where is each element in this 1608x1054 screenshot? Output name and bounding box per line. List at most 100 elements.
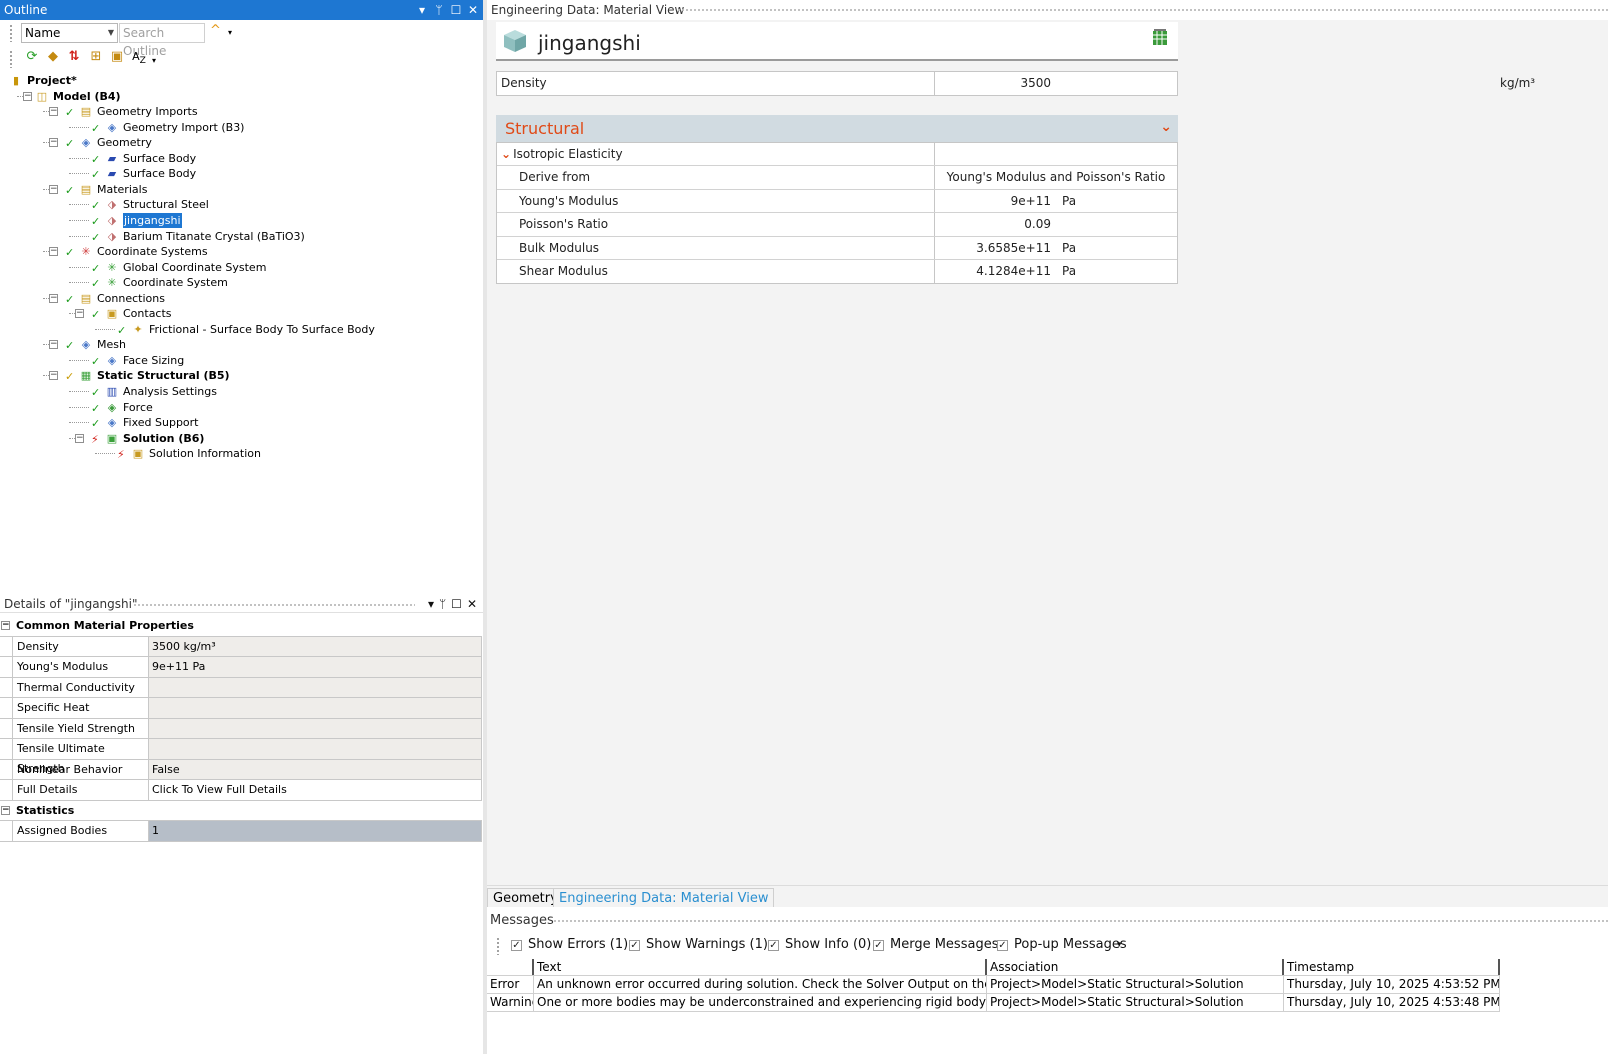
collapse-toggle-icon[interactable]: − — [49, 184, 58, 194]
details-row[interactable]: Specific Heat — [0, 698, 482, 719]
details-value[interactable]: 9e+11 Pa — [149, 657, 482, 677]
collapse-toggle-icon[interactable]: − — [49, 247, 58, 257]
tree-node-label[interactable]: Mesh — [97, 337, 126, 352]
filter-checkbox[interactable]: ✓ — [511, 940, 522, 951]
details-row[interactable]: Assigned Bodies 1 — [0, 821, 482, 842]
name-filter-select[interactable]: Name ▼ — [21, 23, 118, 43]
table-view-icon[interactable] — [1152, 29, 1168, 46]
details-value[interactable]: False — [149, 759, 482, 779]
search-outline-input[interactable]: Search Outline — [119, 23, 205, 58]
tree-node-label[interactable]: Geometry Import (B3) — [123, 120, 244, 135]
filter-label[interactable]: Pop-up Messages — [1014, 937, 1127, 952]
collapse-toggle-icon[interactable]: − — [1, 805, 10, 815]
tree-node-label[interactable]: Solution Information — [149, 446, 261, 461]
property-row[interactable]: Bulk Modulus 3.6585e+11 Pa — [497, 236, 1177, 260]
details-value[interactable]: 3500 kg/m³ — [149, 636, 482, 656]
tag-icon[interactable]: ◆ — [45, 49, 61, 65]
density-row[interactable]: Density 3500 kg/m³ — [497, 72, 1535, 96]
tree-node-label[interactable]: Surface Body — [123, 166, 196, 181]
filter-checkbox[interactable]: ✓ — [997, 940, 1008, 951]
property-value-cell[interactable]: 3.6585e+11 Pa — [935, 237, 1177, 259]
toolbar-grip[interactable] — [9, 24, 13, 42]
property-value-cell[interactable] — [935, 143, 1177, 165]
filter-label[interactable]: Merge Messages — [890, 937, 998, 952]
collapse-toggle-icon[interactable]: − — [1, 621, 10, 630]
collapse-toggle-icon[interactable]: − — [49, 371, 58, 381]
filter-checkbox[interactable]: ✓ — [873, 940, 884, 951]
tree-node-label[interactable]: Connections — [97, 291, 165, 306]
chevron-down-icon[interactable]: ⌄ — [501, 147, 511, 161]
expand-all-icon[interactable]: ⊞ — [88, 49, 104, 65]
tree-node-label[interactable]: Structural Steel — [123, 197, 209, 212]
details-row[interactable]: Thermal Conductivity — [0, 677, 482, 698]
tree-node-label[interactable]: Solution (B6) — [123, 431, 204, 446]
tree-node-label[interactable]: Face Sizing — [123, 353, 184, 368]
tree-node-label[interactable]: Project* — [27, 73, 77, 88]
toolbar-grip[interactable] — [496, 937, 500, 955]
message-row[interactable]: WarningOne or more bodies may be underco… — [487, 994, 1500, 1012]
density-value-cell[interactable]: 3500 kg/m³ — [935, 72, 1535, 95]
dropdown-icon[interactable]: ▾ — [428, 596, 434, 613]
dropdown-icon[interactable]: ▾ — [416, 0, 428, 20]
structural-section-header[interactable]: Structural ⌄ — [496, 115, 1178, 142]
tree-node-label[interactable]: Frictional - Surface Body To Surface Bod… — [149, 322, 375, 337]
details-row[interactable]: Young's Modulus 9e+11 Pa — [0, 657, 482, 678]
collapse-toggle-icon[interactable]: − — [49, 293, 58, 303]
column-header[interactable]: Timestamp — [1284, 959, 1500, 975]
tree-node-label[interactable]: Coordinate System — [123, 275, 228, 290]
tree-node-label[interactable]: Static Structural (B5) — [97, 368, 230, 383]
tree-node-label[interactable]: Geometry — [97, 135, 152, 150]
tree-node-label[interactable]: jingangshi — [122, 211, 183, 229]
filter-label[interactable]: Show Warnings (1) — [646, 937, 768, 952]
pin-icon[interactable]: ᛘ — [433, 0, 445, 20]
chevron-down-icon[interactable]: ⌄ — [1160, 119, 1172, 135]
details-value[interactable] — [149, 698, 482, 718]
property-row[interactable]: Shear Modulus 4.1284e+11 Pa — [497, 259, 1177, 284]
tree-node-label[interactable]: Fixed Support — [123, 415, 199, 430]
details-row[interactable]: Density 3500 kg/m³ — [0, 636, 482, 657]
details-row[interactable]: Tensile Ultimate Strength — [0, 739, 482, 775]
collapse-toggle-icon[interactable]: − — [49, 340, 58, 350]
maximize-icon[interactable]: ☐ — [451, 596, 462, 613]
filter-label[interactable]: Show Errors (1) — [528, 937, 628, 952]
search-options-icon[interactable]: ▾ — [228, 28, 232, 37]
details-section-row[interactable]: − Statistics — [0, 801, 482, 821]
details-value[interactable]: 1 — [149, 821, 482, 841]
property-group-row[interactable]: ⌄ Isotropic Elasticity — [497, 143, 1177, 167]
property-row[interactable]: Young's Modulus 9e+11 Pa — [497, 189, 1177, 214]
details-value[interactable] — [149, 718, 482, 738]
tree-node-label[interactable]: Contacts — [123, 306, 172, 321]
tree-node-label[interactable]: Surface Body — [123, 151, 196, 166]
collapse-toggle-icon[interactable]: − — [23, 91, 32, 101]
property-value-cell[interactable]: 4.1284e+11 Pa — [935, 260, 1177, 283]
tree-node-label[interactable]: Analysis Settings — [123, 384, 217, 399]
tree-node-label[interactable]: Global Coordinate System — [123, 260, 266, 275]
collapse-toggle-icon[interactable]: − — [49, 138, 58, 148]
tree-node-label[interactable]: Force — [123, 400, 153, 415]
filter-label[interactable]: Show Info (0) — [785, 937, 871, 952]
toolbar-grip[interactable] — [9, 50, 13, 68]
tab-engineering-data[interactable]: Engineering Data: Material View — [553, 888, 775, 908]
filter-checkbox[interactable]: ✓ — [768, 940, 779, 951]
sort-icon[interactable]: ⇅ — [66, 49, 82, 65]
maximize-icon[interactable]: ☐ — [450, 0, 462, 20]
column-header[interactable]: Association — [987, 959, 1284, 975]
tree-node-label[interactable]: Barium Titanate Crystal (BaTiO3) — [123, 229, 305, 244]
property-row[interactable]: Derive from Young's Modulus and Poisson's… — [497, 166, 1177, 190]
tree-node-label[interactable]: Model (B4) — [53, 89, 121, 104]
collapse-toggle-icon[interactable]: − — [75, 433, 84, 443]
close-icon[interactable]: ✕ — [467, 596, 477, 613]
collapse-folder-icon[interactable]: ▣ — [109, 49, 125, 65]
column-header[interactable]: Text — [534, 959, 987, 975]
property-value-cell[interactable]: 9e+11 Pa — [935, 190, 1177, 212]
details-row[interactable]: Nonlinear Behavior False — [0, 759, 482, 780]
property-value-cell[interactable]: Young's Modulus and Poisson's Ratio — [935, 166, 1177, 188]
sort-dropdown-icon[interactable]: ▾ — [146, 53, 162, 69]
details-value[interactable] — [149, 677, 482, 697]
pin-icon[interactable]: ᛘ — [439, 596, 446, 613]
property-value-cell[interactable]: 0.09 — [935, 213, 1177, 235]
filter-checkbox[interactable]: ✓ — [629, 940, 640, 951]
tree-node-label[interactable]: Coordinate Systems — [97, 244, 208, 259]
details-row[interactable]: Full Details Click To View Full Details — [0, 780, 482, 801]
message-row[interactable]: Error An unknown error occurred during so… — [487, 976, 1500, 994]
